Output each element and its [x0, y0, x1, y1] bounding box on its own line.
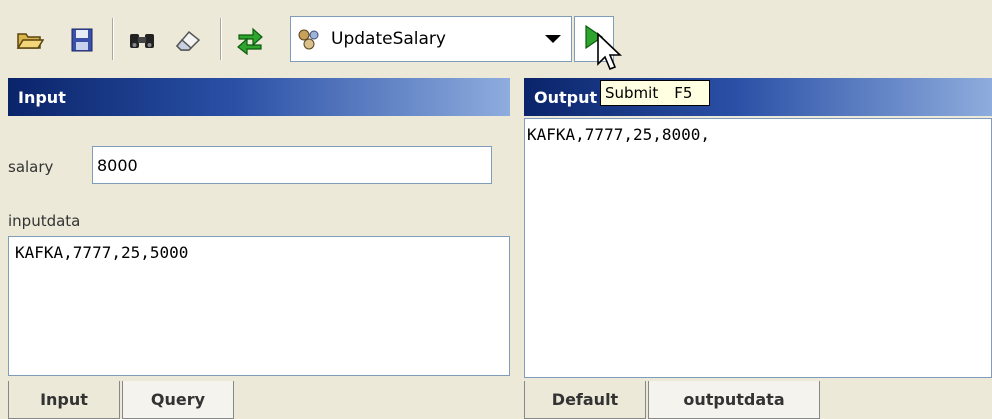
input-panel: Input salary inputdata KAFKA,7777,25,500… [0, 72, 516, 419]
tab-input[interactable]: Input [8, 381, 120, 419]
chevron-down-icon[interactable] [535, 34, 571, 44]
output-tabstrip: Default outputdata [524, 379, 992, 419]
tooltip-shortcut: F5 [674, 84, 693, 102]
tab-query-label: Query [150, 390, 206, 409]
tab-default-label: Default [551, 390, 619, 409]
eraser-icon[interactable] [172, 24, 204, 56]
inputdata-label: inputdata [8, 212, 81, 230]
binoculars-icon[interactable] [126, 24, 158, 56]
tab-default[interactable]: Default [524, 381, 646, 419]
tooltip-label: Submit [605, 84, 659, 102]
mouse-cursor-icon [597, 32, 622, 71]
salary-input[interactable] [92, 146, 492, 184]
input-panel-title: Input [18, 87, 66, 107]
output-panel: Output KAFKA,7777,25,8000, Default outpu… [516, 72, 992, 419]
operation-select[interactable]: UpdateSalary [290, 16, 572, 62]
submit-tooltip: Submit F5 [600, 80, 710, 106]
input-form: salary inputdata KAFKA,7777,25,5000 [8, 118, 510, 377]
tab-outputdata-label: outputdata [683, 390, 785, 409]
inputdata-textarea[interactable]: KAFKA,7777,25,5000 [8, 236, 510, 376]
output-textarea[interactable]: KAFKA,7777,25,8000, [524, 118, 992, 378]
tab-input-label: Input [40, 390, 88, 409]
input-panel-header: Input [8, 78, 510, 116]
operation-icon [291, 16, 327, 62]
salary-label: salary [8, 158, 54, 176]
operation-select-value: UpdateSalary [331, 29, 446, 49]
toolbar-separator [112, 18, 114, 60]
tab-query[interactable]: Query [122, 381, 234, 419]
toolbar-separator [220, 18, 222, 60]
output-panel-header: Output [524, 78, 992, 116]
save-disk-icon[interactable] [66, 24, 98, 56]
tab-outputdata[interactable]: outputdata [648, 381, 820, 419]
toolbar: UpdateSalary [0, 0, 992, 72]
output-panel-title: Output [534, 87, 598, 107]
refresh-arrows-icon[interactable] [234, 24, 266, 56]
open-folder-icon[interactable] [14, 24, 46, 56]
input-tabstrip: Input Query [8, 379, 510, 419]
